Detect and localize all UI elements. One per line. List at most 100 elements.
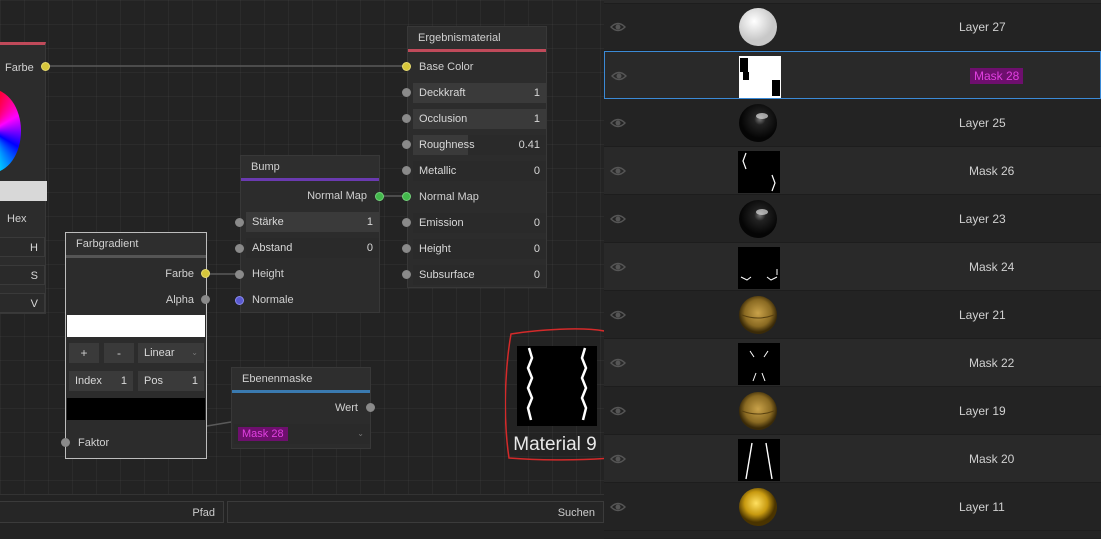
gradient-stop-color[interactable]: [67, 398, 205, 420]
emission-field[interactable]: Emission 0: [413, 213, 546, 233]
color-swatch[interactable]: [0, 181, 47, 201]
eye-icon[interactable]: [610, 259, 626, 275]
deckkraft-socket[interactable]: [402, 88, 411, 97]
gradient-farbe-socket[interactable]: [201, 269, 210, 278]
gradient-preview[interactable]: [67, 315, 205, 337]
roughness-socket[interactable]: [402, 140, 411, 149]
layer-row[interactable]: Mask 26: [604, 147, 1101, 195]
eye-icon[interactable]: [610, 499, 626, 515]
path-field[interactable]: Pfad: [0, 501, 224, 523]
base-color-label: Base Color: [419, 61, 474, 73]
normal-map-input-socket[interactable]: [402, 192, 411, 201]
layer-thumbnail: [738, 103, 778, 143]
gradient-farbe-label: Farbe: [165, 268, 194, 280]
layer-row[interactable]: Mask 20: [604, 435, 1101, 483]
add-stop-button[interactable]: +: [69, 343, 99, 363]
bump-output-socket[interactable]: [375, 192, 384, 201]
layer-thumbnail: [738, 7, 778, 47]
color-picker-node[interactable]: Farbe Hex H S V: [0, 42, 47, 314]
layer-name: Mask 24: [969, 260, 1015, 274]
bump-node-title: Bump: [241, 156, 379, 181]
layer-row[interactable]: Mask 22: [604, 339, 1101, 387]
layer-name-cell: Layer 27: [959, 3, 1006, 51]
roughness-field[interactable]: Roughness 0.41: [413, 135, 546, 155]
gradient-node[interactable]: Farbgradient Farbe Alpha + - Linear ⌄ Ind…: [65, 232, 207, 459]
subsurface-socket[interactable]: [402, 270, 411, 279]
bump-node[interactable]: Bump Normal Map Stärke 1 Abstand 0 Height …: [240, 155, 380, 313]
mask-select[interactable]: Mask 28 ⌄: [234, 424, 370, 444]
node-canvas[interactable]: Farbe Hex H S V Ergebnismaterial Base Co…: [0, 0, 604, 494]
layer-name-cell: Mask 28: [970, 52, 1024, 100]
normale-socket[interactable]: [235, 296, 244, 305]
index-field[interactable]: Index 1: [69, 371, 133, 391]
layer-name: Mask 20: [969, 452, 1015, 466]
result-node-title: Ergebnismaterial: [408, 27, 546, 52]
eye-icon[interactable]: [610, 19, 626, 35]
metallic-field[interactable]: Metallic 0: [413, 161, 546, 181]
layer-row[interactable]: Layer 27: [604, 3, 1101, 51]
layer-name-cell: Layer 25: [959, 99, 1006, 147]
emission-socket[interactable]: [402, 218, 411, 227]
layer-name-cell: Mask 24: [969, 243, 1014, 291]
result-material-node[interactable]: Ergebnismaterial Base Color Deckkraft 1 O…: [407, 26, 547, 288]
layer-row[interactable]: Mask 28: [604, 51, 1101, 99]
color-output-label: Farbe: [5, 62, 34, 74]
subsurface-field[interactable]: Subsurface 0: [413, 265, 546, 285]
material-label: Material 9: [513, 434, 597, 455]
gradient-alpha-label: Alpha: [165, 294, 194, 306]
metallic-socket[interactable]: [402, 166, 411, 175]
search-field[interactable]: Suchen: [227, 501, 604, 523]
gradient-alpha-socket[interactable]: [201, 295, 210, 304]
layer-row[interactable]: Mask 24: [604, 243, 1101, 291]
layer-list[interactable]: Layer 27 Mask 28 Layer 25 Mask 26 Layer 23 Ma…: [604, 0, 1101, 538]
eye-icon[interactable]: [610, 307, 626, 323]
interpolation-select[interactable]: Linear ⌄: [138, 343, 204, 363]
layer-row[interactable]: Layer 25: [604, 99, 1101, 147]
height-field[interactable]: Height 0: [413, 239, 546, 259]
layer-row[interactable]: Layer 19: [604, 387, 1101, 435]
base-color-socket[interactable]: [402, 62, 411, 71]
bump-normale-label: Normale: [252, 294, 294, 306]
layer-row[interactable]: Layer 21: [604, 291, 1101, 339]
asset-bottom-bar: Pfad Suchen: [0, 494, 604, 539]
bump-height-label: Height: [252, 268, 284, 280]
abstand-socket[interactable]: [235, 244, 244, 253]
eye-icon[interactable]: [610, 403, 626, 419]
layer-thumbnail: [738, 199, 778, 239]
color-wheel[interactable]: [0, 89, 21, 173]
abstand-field[interactable]: Abstand 0: [246, 238, 379, 258]
staerke-field[interactable]: Stärke 1: [246, 212, 379, 232]
layer-row[interactable]: Layer 11: [604, 483, 1101, 531]
faktor-socket[interactable]: [61, 438, 70, 447]
layer-thumbnail: [738, 295, 778, 335]
remove-stop-button[interactable]: -: [104, 343, 134, 363]
material-thumbnail: [517, 346, 597, 426]
occlusion-socket[interactable]: [402, 114, 411, 123]
eye-icon[interactable]: [610, 451, 626, 467]
value-field[interactable]: V: [0, 293, 45, 313]
saturation-field[interactable]: S: [0, 265, 45, 285]
color-output-socket[interactable]: [41, 62, 50, 71]
material-preview[interactable]: Material 9: [505, 328, 604, 462]
layer-name-cell: Mask 26: [969, 147, 1014, 195]
wert-label: Wert: [334, 402, 358, 414]
eye-icon[interactable]: [611, 68, 627, 84]
pos-field[interactable]: Pos 1: [138, 371, 204, 391]
mask-thumbnail: [738, 439, 780, 481]
eye-icon[interactable]: [610, 115, 626, 131]
layer-name: Layer 23: [959, 212, 1006, 226]
occlusion-field[interactable]: Occlusion 1: [413, 109, 546, 129]
layer-row[interactable]: Layer 23: [604, 195, 1101, 243]
eye-icon[interactable]: [610, 211, 626, 227]
hue-field[interactable]: H: [0, 237, 45, 257]
wert-socket[interactable]: [366, 403, 375, 412]
eye-icon[interactable]: [610, 163, 626, 179]
bump-height-socket[interactable]: [235, 270, 244, 279]
eye-icon[interactable]: [610, 355, 626, 371]
faktor-label: Faktor: [78, 437, 110, 449]
deckkraft-field[interactable]: Deckkraft 1: [413, 83, 546, 103]
height-socket[interactable]: [402, 244, 411, 253]
mask-thumbnail: [738, 343, 780, 385]
staerke-socket[interactable]: [235, 218, 244, 227]
layer-mask-node[interactable]: Ebenenmaske Wert Mask 28 ⌄: [231, 367, 371, 449]
